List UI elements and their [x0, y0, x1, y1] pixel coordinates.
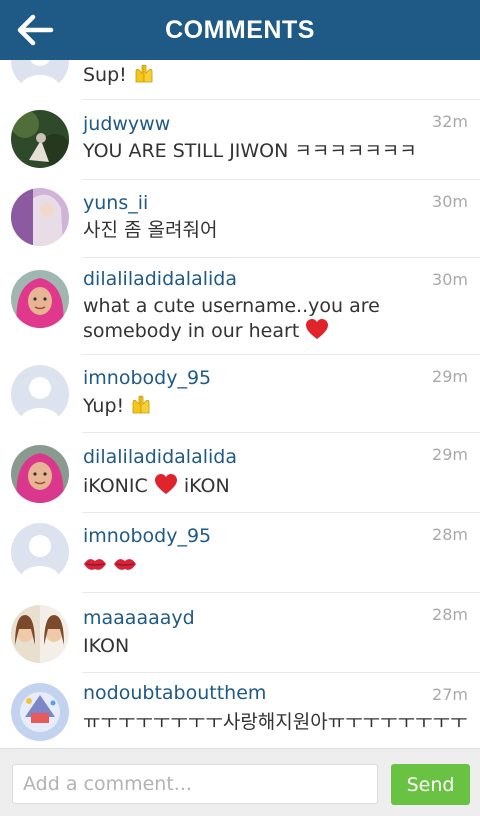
page-title: COMMENTS	[165, 15, 315, 44]
photo-avatar[interactable]	[11, 605, 69, 663]
comment-input[interactable]	[12, 764, 378, 804]
raised-hands-icon	[130, 393, 152, 422]
default-avatar[interactable]	[11, 60, 69, 90]
comment-username[interactable]: imnobody_95	[83, 525, 211, 547]
red-heart-icon	[305, 318, 329, 347]
photo-avatar[interactable]	[11, 270, 69, 328]
red-heart-icon	[154, 473, 178, 502]
comment-row: Sup!	[0, 60, 480, 100]
comment-username[interactable]: yuns_ii	[83, 192, 148, 214]
comment-username[interactable]: imnobody_95	[83, 367, 211, 389]
comment-time: 29m	[432, 367, 468, 386]
send-button[interactable]: Send	[391, 764, 470, 805]
comment-row: judwyww 32m YOU ARE STILL JIWON ㅋㅋㅋㅋㅋㅋㅋ	[0, 100, 480, 180]
comment-time: 30m	[432, 270, 468, 289]
comment-username[interactable]: dilaliladidalalida	[83, 268, 237, 290]
default-avatar[interactable]	[11, 365, 69, 423]
photo-avatar[interactable]	[11, 110, 69, 168]
back-arrow-icon[interactable]	[16, 11, 54, 49]
raised-hands-icon	[133, 62, 155, 91]
comment-text: Sup!	[83, 62, 468, 91]
comment-time: 27m	[432, 685, 468, 704]
illustration-avatar[interactable]	[11, 683, 69, 741]
comment-list[interactable]: Sup! judwyww 32m YOU ARE STILL JIWON ㅋㅋㅋ…	[0, 60, 480, 748]
comment-username[interactable]: judwyww	[83, 113, 170, 135]
comment-text	[83, 551, 468, 580]
kiss-mark-icon	[113, 554, 137, 580]
comment-time: 28m	[432, 525, 468, 544]
photo-avatar[interactable]	[11, 188, 69, 246]
comment-row: dilaliladidalalida 30m what a cute usern…	[0, 258, 480, 355]
comment-text-line-2: somebody in our heart	[83, 318, 468, 347]
comment-time: 29m	[432, 445, 468, 464]
default-avatar[interactable]	[11, 523, 69, 581]
comment-row: yuns_ii 30m 사진 좀 올려줘어	[0, 180, 480, 258]
comment-username[interactable]: maaaaaayd	[83, 607, 195, 629]
comment-text: what a cute username..you are	[83, 295, 380, 317]
comment-row: imnobody_95 28m	[0, 513, 480, 593]
comment-row: maaaaaayd 28m IKON	[0, 593, 480, 673]
comment-text: iKONIC iKON	[83, 473, 468, 502]
comment-username[interactable]: dilaliladidalalida	[83, 446, 237, 468]
comment-time: 32m	[432, 112, 468, 131]
comment-time: 28m	[432, 605, 468, 624]
comment-text: ㅠㅜㅜㅜㅜㅜㅜㅜ사랑해지원아ㅠㅜㅜㅜㅜㅜㅜㅜㅜ	[83, 711, 468, 733]
comment-time: 30m	[432, 192, 468, 211]
comment-username[interactable]: nodoubtaboutthem	[83, 682, 266, 704]
top-bar: COMMENTS	[0, 0, 480, 60]
comment-text: YOU ARE STILL JIWON ㅋㅋㅋㅋㅋㅋㅋ	[83, 140, 417, 162]
comment-text: 사진 좀 올려줘어	[83, 219, 218, 241]
comment-text: Yup!	[83, 393, 468, 422]
comment-row: dilaliladidalalida 29m iKONIC iKON	[0, 433, 480, 513]
photo-avatar[interactable]	[11, 445, 69, 503]
kiss-mark-icon	[83, 554, 107, 580]
comment-row: imnobody_95 29m Yup!	[0, 355, 480, 433]
comment-composer: Send	[0, 748, 480, 816]
comment-row: nodoubtaboutthem 27m ㅠㅜㅜㅜㅜㅜㅜㅜ사랑해지원아ㅠㅜㅜㅜㅜ…	[0, 673, 480, 748]
comment-text: IKON	[83, 635, 130, 657]
